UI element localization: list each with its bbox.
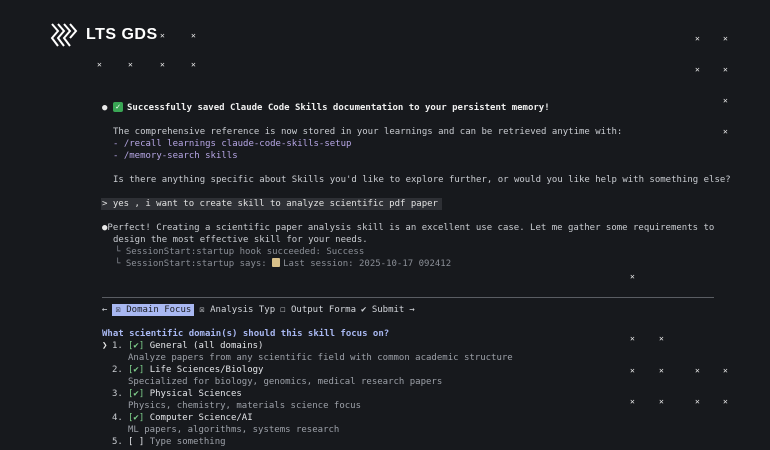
option-number: 5.	[112, 437, 123, 447]
sparkle-icon: ✕	[97, 60, 102, 69]
saved-message-line: ● ✓ Successfully saved Claude Code Skill…	[102, 102, 714, 114]
divider	[102, 297, 714, 298]
question-title: What scientific domain(s) should this sk…	[102, 329, 390, 339]
hook-session-value: Last session: 2025-10-17 092412	[283, 259, 452, 269]
option-checkbox[interactable]: [✔]	[128, 340, 144, 352]
recall-command: - /recall learnings claude-code-skills-s…	[113, 139, 352, 149]
option-label: Physical Sciences	[149, 389, 242, 399]
option-type-something[interactable]: 5. [ ] Type something	[102, 436, 714, 448]
option-number: 2.	[112, 365, 123, 375]
sparkle-icon: ✕	[191, 60, 196, 69]
option-checkbox[interactable]: [✔]	[128, 388, 144, 400]
assistant-reply-cont: design the most effective skill for your…	[113, 235, 368, 245]
lts-logo-icon	[50, 23, 78, 47]
option-life-sciences[interactable]: 2. [✔] Life Sciences/Biology	[102, 364, 714, 376]
hook-session-line: └ SessionStart:startup says: Last sessio…	[102, 258, 714, 270]
hook-session-prefix: └ SessionStart:startup says:	[115, 259, 273, 269]
option-checkbox[interactable]: [ ]	[128, 436, 144, 448]
next-arrow-icon[interactable]: →	[409, 304, 414, 316]
custom-option-input[interactable]: Type something	[144, 436, 226, 448]
clipboard-icon	[272, 258, 281, 267]
option-number: 1.	[112, 341, 123, 351]
sparkle-icon: ✕	[723, 397, 728, 406]
option-label: Life Sciences/Biology	[149, 365, 264, 375]
sparkle-icon: ✕	[723, 96, 728, 105]
sparkle-icon: ✕	[723, 34, 728, 43]
option-description: Analyze papers from any scientific field…	[128, 353, 513, 363]
option-checkbox[interactable]: [✔]	[128, 412, 144, 424]
reference-text: The comprehensive reference is now store…	[113, 127, 623, 137]
assistant-reply: Perfect! Creating a scientific paper ana…	[107, 223, 715, 233]
tab-output-format[interactable]: ☐ Output Forma	[280, 304, 356, 316]
sparkle-icon: ✕	[695, 65, 700, 74]
sparkle-icon: ✕	[723, 366, 728, 375]
option-description: Specialized for biology, genomics, medic…	[128, 377, 443, 387]
tab-analysis-type[interactable]: ☒ Analysis Typ	[199, 304, 275, 316]
option-label: Computer Science/AI	[149, 413, 253, 423]
cursor-icon: ❯	[102, 341, 108, 351]
sparkle-icon: ✕	[723, 127, 728, 136]
tab-submit[interactable]: ✔ Submit	[361, 304, 404, 316]
hook-status: └ SessionStart:startup hook succeeded: S…	[115, 247, 365, 257]
option-computer-science[interactable]: 4. [✔] Computer Science/AI	[102, 412, 714, 424]
option-description: ML papers, algorithms, systems research	[128, 425, 340, 435]
option-number: 3.	[112, 389, 123, 399]
option-label: General (all domains)	[149, 341, 264, 351]
sparkle-icon: ✕	[128, 60, 133, 69]
option-description: Physics, chemistry, materials science fo…	[128, 401, 361, 411]
bullet-icon: ●	[102, 103, 108, 113]
wizard-tabs: ← ☒ Domain Focus ☒ Analysis Typ ☐ Output…	[102, 304, 415, 316]
option-general[interactable]: ❯ 1. [✔] General (all domains)	[102, 340, 714, 352]
option-number: 4.	[112, 413, 123, 423]
sparkle-icon: ✕	[160, 60, 165, 69]
checkmark-icon: ✓	[113, 102, 123, 112]
user-prompt: > yes , i want to create skill to analyz…	[101, 198, 442, 210]
tab-domain-focus[interactable]: ☒ Domain Focus	[112, 304, 195, 316]
option-checkbox[interactable]: [✔]	[128, 364, 144, 376]
option-physical-sciences[interactable]: 3. [✔] Physical Sciences	[102, 388, 714, 400]
brand-logo: LTS GDS	[48, 22, 158, 48]
followup-question: Is there anything specific about Skills …	[113, 175, 731, 185]
question-panel: What scientific domain(s) should this sk…	[102, 328, 714, 448]
brand-name: LTS GDS	[86, 26, 158, 43]
assistant-reply-line: ● Perfect! Creating a scientific paper a…	[102, 222, 714, 234]
sparkle-icon: ✕	[160, 31, 165, 40]
sparkle-icon: ✕	[630, 272, 635, 281]
saved-message: Successfully saved Claude Code Skills do…	[127, 103, 550, 113]
memory-search-command: - /memory-search skills	[113, 151, 238, 161]
terminal-transcript: ● ✓ Successfully saved Claude Code Skill…	[101, 102, 731, 270]
sparkle-icon: ✕	[191, 31, 196, 40]
sparkle-icon: ✕	[695, 34, 700, 43]
back-arrow-icon[interactable]: ←	[102, 304, 107, 316]
sparkle-icon: ✕	[723, 65, 728, 74]
